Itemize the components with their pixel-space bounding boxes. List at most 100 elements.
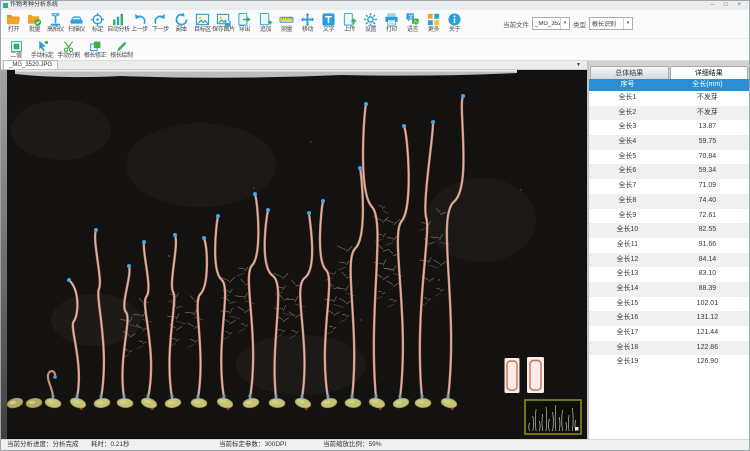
toolbar-button-label: 标定 — [92, 27, 103, 34]
row-value: 71.09 — [666, 179, 749, 194]
table-row[interactable]: 全长2不发芽 — [589, 106, 749, 121]
status-item: 当前标定参数：300DPI — [219, 440, 286, 450]
toolbar-binary-button[interactable]: 二值 — [3, 39, 29, 60]
toolbar-settings-button[interactable]: 设置 — [360, 10, 381, 34]
binary-square-icon — [10, 40, 23, 53]
toolbar-manual-split-button[interactable]: 手动分割 — [55, 39, 81, 60]
row-value: 不发芽 — [666, 91, 749, 106]
main-toolbar: 打开批量高拍仪扫描仪标定自动分析上一步下一步副本目标区保存图片导出追加测量移动文… — [1, 10, 749, 39]
toolbar-about-button[interactable]: 关于 — [444, 10, 465, 34]
specimen-photo[interactable] — [1, 70, 587, 439]
toolbar-open-button[interactable]: 打开 — [3, 10, 24, 34]
row-seq: 全长15 — [589, 297, 666, 312]
results-tab-detailed[interactable]: 详细结果 — [670, 66, 749, 79]
folder-batch-icon — [27, 12, 42, 27]
table-row[interactable]: 全长1191.66 — [589, 238, 749, 253]
toolbar-prev-step-button[interactable]: 上一步 — [129, 10, 150, 34]
toolbar-more-button[interactable]: 更多 — [423, 10, 444, 34]
row-seq: 全长5 — [589, 150, 666, 165]
table-row[interactable]: 全长570.84 — [589, 150, 749, 165]
row-value: 121.44 — [666, 326, 749, 341]
toolbar-button-label: 高拍仪 — [47, 27, 64, 34]
image-frame-icon — [195, 12, 210, 27]
toolbar-button-label: 语言 — [407, 27, 418, 34]
info-circle-icon — [447, 12, 462, 27]
table-row[interactable]: 全长1488.39 — [589, 282, 749, 297]
toolbar-measure-button[interactable]: 测量 — [276, 10, 297, 34]
current-file-label: 当前文件 — [503, 19, 529, 29]
toolbar-doc-camera-button[interactable]: 高拍仪 — [45, 10, 66, 34]
toolbar-export-button[interactable]: 导出 — [234, 10, 255, 34]
row-value: 83.10 — [666, 267, 749, 282]
toolbar-duplicate-button[interactable]: 副本 — [171, 10, 192, 34]
row-seq: 全长7 — [589, 179, 666, 194]
hand-pointer-icon — [36, 40, 49, 53]
row-value: 74.40 — [666, 194, 749, 209]
toolbar-append-button[interactable]: 追加 — [255, 10, 276, 34]
tab-list-dropdown-icon[interactable]: ▼ — [576, 62, 581, 68]
toolbar-calibrate-button[interactable]: 标定 — [87, 10, 108, 34]
table-row[interactable]: 全长972.61 — [589, 209, 749, 224]
table-row[interactable]: 全长659.34 — [589, 164, 749, 179]
toolbar-button-label: 保存图片 — [212, 27, 234, 34]
row-value: 91.66 — [666, 238, 749, 253]
toolbar-save-image-button[interactable]: 保存图片 — [213, 10, 234, 34]
table-row[interactable]: 全长15102.01 — [589, 297, 749, 312]
table-row[interactable]: 全长1082.55 — [589, 223, 749, 238]
toolbar-scanner-button[interactable]: 扫描仪 — [66, 10, 87, 34]
toolbar-button-label: 追加 — [260, 27, 271, 34]
toolbar-button-label: 打开 — [8, 27, 19, 34]
navigator-thumbnail — [525, 400, 581, 434]
folder-open-icon — [6, 12, 21, 27]
table-row[interactable]: 全长1284.14 — [589, 253, 749, 268]
table-row[interactable]: 全长874.40 — [589, 194, 749, 209]
row-value: 122.86 — [666, 341, 749, 356]
table-row[interactable]: 全长313.87 — [589, 120, 749, 135]
type-select[interactable]: 根长识别 ▾ — [589, 17, 633, 30]
toolbar-button-label: 打印 — [386, 27, 397, 34]
table-row[interactable]: 全长459.75 — [589, 135, 749, 150]
maximize-button[interactable]: □ — [724, 1, 728, 10]
toolbar-button-label: 移动 — [302, 27, 313, 34]
table-row[interactable]: 全长1不发芽 — [589, 91, 749, 106]
overlap-squares-icon — [89, 40, 102, 53]
row-seq: 全长6 — [589, 164, 666, 179]
toolbar-button-label: 手动标定 — [31, 53, 53, 60]
toolbar-manual-calibrate-button[interactable]: 手动标定 — [29, 39, 55, 60]
toolbar-button-label: 关于 — [449, 27, 460, 34]
table-row[interactable]: 全长771.09 — [589, 179, 749, 194]
current-file-select[interactable]: _MG_3520 ▾ — [532, 17, 570, 30]
printer-icon — [384, 12, 399, 27]
document-tab[interactable]: _MG_3520.JPG — [3, 60, 58, 69]
minimize-button[interactable]: – — [711, 1, 714, 10]
bar-chart-icon — [111, 12, 126, 27]
close-button[interactable]: × — [737, 1, 741, 10]
toolbar-target-area-button[interactable]: 目标区 — [192, 10, 213, 34]
toolbar-batch-button[interactable]: 批量 — [24, 10, 45, 34]
toolbar-upload-button[interactable]: 上传 — [339, 10, 360, 34]
table-row[interactable]: 全长1383.10 — [589, 267, 749, 282]
table-row[interactable]: 全长18122.86 — [589, 341, 749, 356]
toolbar-length-draw-button[interactable]: 根长绘制 — [108, 39, 134, 60]
toolbar-length-correct-button[interactable]: 根长修正 — [82, 39, 108, 60]
row-value: 88.39 — [666, 282, 749, 297]
toolbar-button-label: 手动分割 — [57, 53, 79, 60]
row-seq: 全长18 — [589, 341, 666, 356]
toolbar-next-step-button[interactable]: 下一步 — [150, 10, 171, 34]
toolbar-auto-analyze-button[interactable]: 自动分析 — [108, 10, 129, 34]
table-row[interactable]: 全长16131.12 — [589, 311, 749, 326]
toolbar-button-label: 下一步 — [152, 27, 169, 34]
table-row[interactable]: 全长19126.90 — [589, 355, 749, 370]
toolbar-move-button[interactable]: 移动 — [297, 10, 318, 34]
toolbar-button-label: 二值 — [10, 53, 21, 60]
toolbar-text-button[interactable]: 文字 — [318, 10, 339, 34]
specimen-image-canvas[interactable] — [1, 70, 587, 439]
results-tab-overall[interactable]: 总体结果 — [590, 66, 669, 79]
toolbar-print-button[interactable]: 打印 — [381, 10, 402, 34]
row-seq: 全长12 — [589, 253, 666, 268]
row-seq: 全长14 — [589, 282, 666, 297]
toolbar-button-label: 目标区 — [194, 27, 211, 34]
gear-icon — [363, 12, 378, 27]
table-row[interactable]: 全长17121.44 — [589, 326, 749, 341]
toolbar-language-button[interactable]: 文A语言 — [402, 10, 423, 34]
